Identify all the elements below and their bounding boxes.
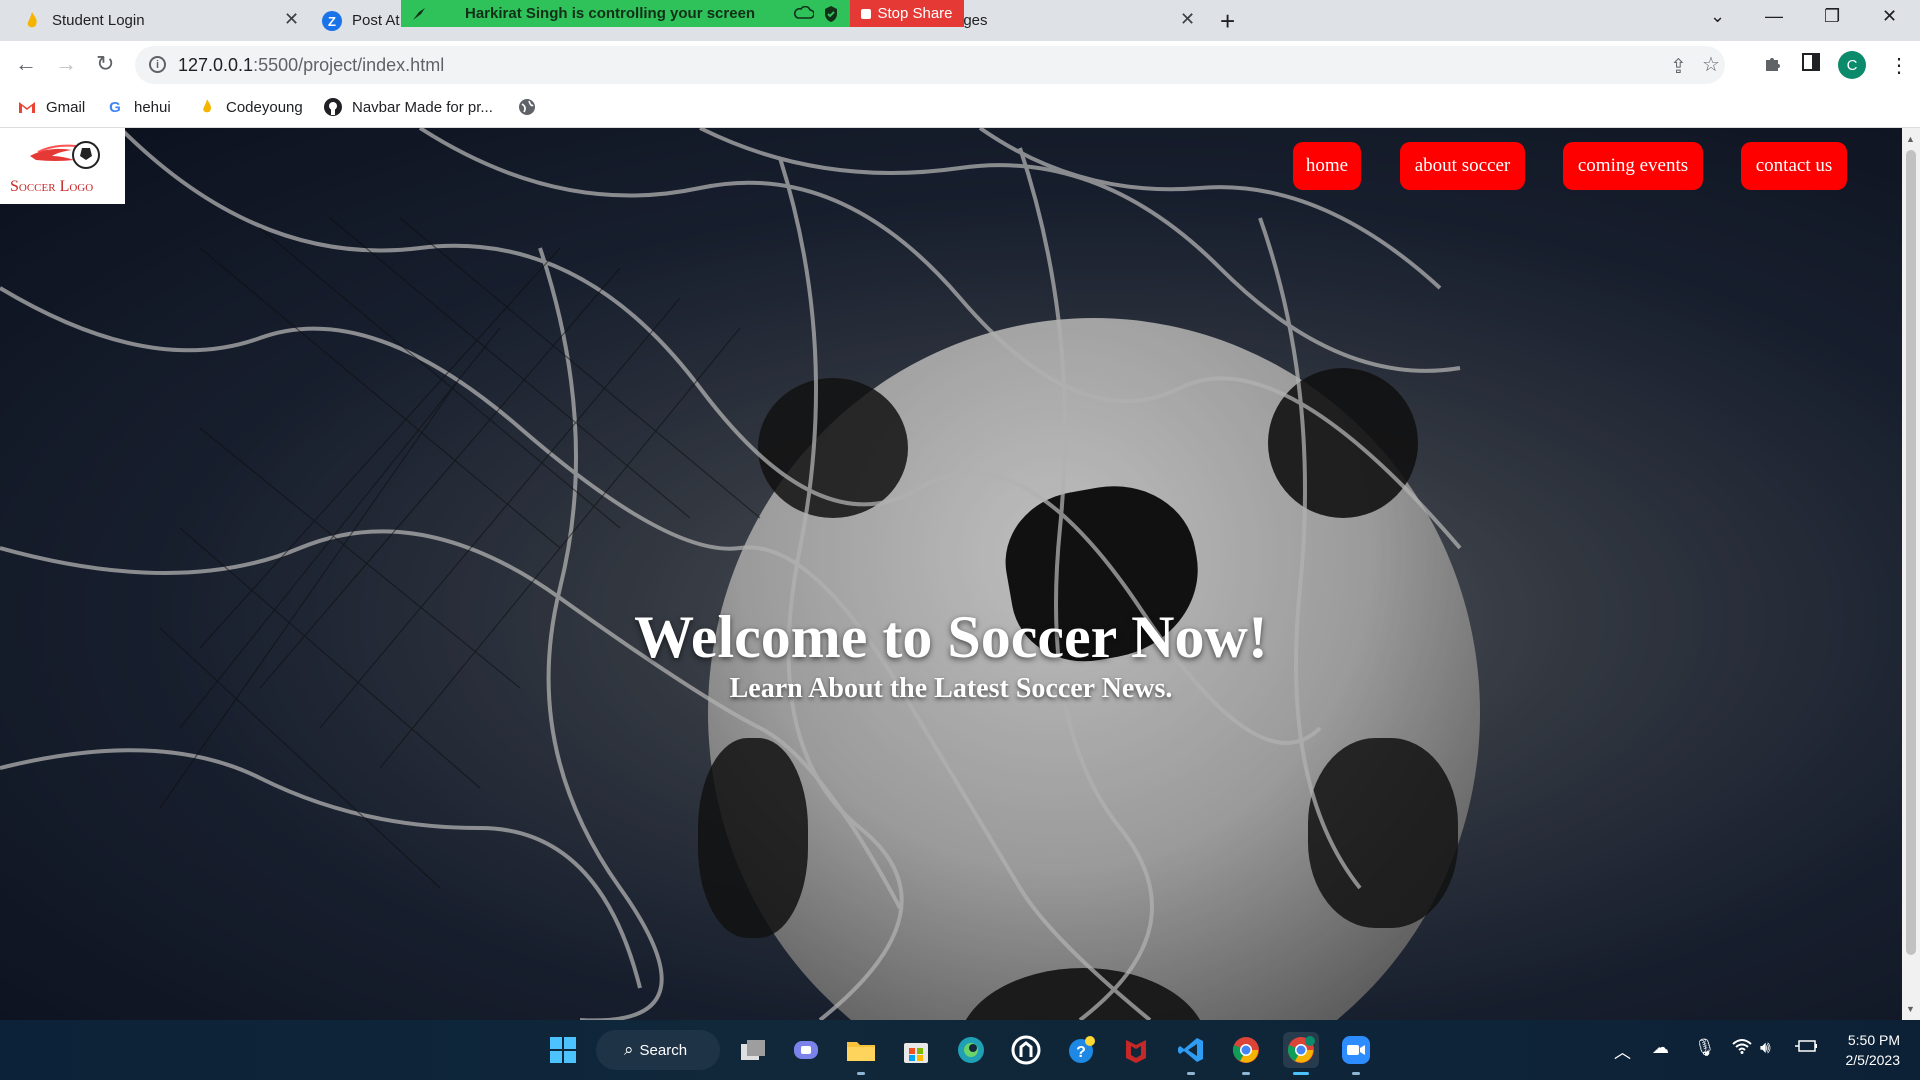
bookmark-label: Gmail [46,98,86,116]
microphone-icon[interactable]: 🎙︎ [1694,1038,1716,1058]
onedrive-cloud-icon[interactable]: ☁ [1652,1038,1669,1058]
wifi-icon[interactable] [1732,1038,1752,1059]
app-ring-icon[interactable] [1008,1032,1044,1068]
cloud-icon [794,6,814,19]
tab-student-login[interactable]: Student Login ✕ [22,0,302,41]
address-bar[interactable]: i 127.0.0.1:5500/project/index.html ⇪ ☆ [135,46,1725,84]
svg-text:?: ? [1076,1044,1086,1061]
screen-share-banner: Harkirat Singh is controlling your scree… [401,0,850,27]
running-indicator [1352,1072,1360,1075]
hero-title: Welcome to Soccer Now! [634,604,1268,670]
remote-control-icon [413,8,425,20]
menu-kebab-icon[interactable]: ⋮ [1889,53,1909,78]
nav-about-soccer[interactable]: about soccer [1400,142,1525,190]
running-indicator [1242,1072,1250,1075]
zoom-meetings-icon[interactable] [1338,1032,1374,1068]
edge-browser-icon[interactable] [953,1032,989,1068]
profile-avatar[interactable]: C [1838,51,1866,79]
forward-arrow-icon[interactable]: → [55,51,77,77]
close-tab-icon[interactable]: ✕ [284,9,299,30]
logo-text: Soccer Logo [10,178,94,195]
bookmark-label: Codeyoung [226,98,303,116]
stop-icon [861,8,872,19]
tab-search-chevron-icon[interactable]: ⌄ [1710,6,1725,27]
bookmark-star-icon[interactable]: ☆ [1702,52,1720,77]
bookmark-label: Navbar Made for pr... [352,98,493,116]
hero-overlay [0,128,1902,1020]
tab-post[interactable]: Z Post At [322,0,402,41]
site-logo[interactable]: Soccer Logo [0,128,125,204]
taskbar-search[interactable]: ⌕ Search [596,1030,720,1070]
url-text[interactable]: 127.0.0.1:5500/project/index.html [178,55,444,76]
bookmark-globe[interactable] [518,98,546,116]
close-window-icon[interactable]: ✕ [1882,6,1897,27]
nav-contact-us[interactable]: contact us [1741,142,1847,190]
close-tab-icon[interactable]: ✕ [1180,9,1195,30]
zoom-icon: Z [322,10,342,31]
scroll-up-icon[interactable]: ▲ [1906,134,1915,144]
github-icon [324,98,342,116]
stop-share-button[interactable]: Stop Share [850,0,964,27]
google-icon: G [109,98,121,116]
clock-date: 2/5/2023 [1845,1052,1901,1068]
tab-pages[interactable]: ages ✕ [955,0,1205,41]
bookmarks-bar: Gmail G hehui Codeyoung Navbar Made for … [0,89,1920,128]
share-banner-text: Harkirat Singh is controlling your scree… [465,5,756,22]
microsoft-store-icon[interactable] [898,1032,934,1068]
chrome-profile-active-icon[interactable] [1283,1032,1319,1068]
bookmark-hehui[interactable]: G hehui [106,98,171,116]
bookmark-codeyoung[interactable]: Codeyoung [198,98,303,116]
tab-strip: Student Login ✕ Z Post At ages ✕ Harkira… [0,0,1920,41]
search-label: Search [639,1041,688,1059]
side-panel-icon[interactable] [1802,53,1820,77]
tab-title: Post At [352,12,400,29]
minimize-icon[interactable]: — [1765,6,1783,27]
browser-toolbar: ← → ↻ i 127.0.0.1:5500/project/index.htm… [0,41,1920,89]
vscode-icon[interactable] [1173,1032,1209,1068]
tab-title: Student Login [52,12,145,29]
running-indicator [1187,1072,1195,1075]
show-hidden-icons-chevron-icon[interactable]: ︿ [1614,1038,1631,1063]
shield-icon [825,6,837,22]
nav-home[interactable]: home [1293,142,1361,190]
active-indicator [1293,1072,1309,1075]
bookmark-navbar[interactable]: Navbar Made for pr... [324,98,493,116]
back-arrow-icon[interactable]: ← [15,51,37,77]
battery-icon[interactable] [1794,1038,1818,1058]
codeyoung-icon [198,98,216,116]
bookmark-gmail[interactable]: Gmail [18,98,85,116]
running-indicator [857,1072,865,1075]
scrollbar-thumb[interactable] [1906,150,1916,955]
bookmark-label: hehui [134,98,171,116]
scroll-down-icon[interactable]: ▼ [1906,1004,1915,1014]
mcafee-icon[interactable] [1118,1032,1154,1068]
svg-text:Z: Z [328,14,336,29]
start-windows-icon[interactable] [545,1032,581,1068]
chrome-icon[interactable] [1228,1032,1264,1068]
help-icon[interactable]: ? [1063,1032,1099,1068]
volume-icon[interactable]: 🔊︎ [1760,1038,1771,1058]
site-info-icon[interactable]: i [149,56,166,73]
new-tab-icon[interactable]: + [1220,6,1235,37]
system-clock[interactable]: 5:50 PM 2/5/2023 [1830,1030,1901,1070]
file-explorer-icon[interactable] [843,1032,879,1068]
page-scrollbar[interactable]: ▲ ▼ [1902,128,1920,1020]
globe-icon [518,98,536,116]
nav-coming-events[interactable]: coming events [1563,142,1703,190]
teams-chat-icon[interactable] [788,1032,824,1068]
stop-share-label: Stop Share [877,5,953,22]
hero-subtitle: Learn About the Latest Soccer News. [729,673,1173,704]
clock-time: 5:50 PM [1847,1032,1900,1048]
windows-taskbar: ⌕ Search ? ︿ ☁ 🎙︎ 🔊︎ 5:50 PM 2/5/2023 [0,1020,1920,1080]
restore-icon[interactable]: ❐ [1824,6,1840,27]
page-viewport: Soccer Logo home about soccer coming eve… [0,128,1902,1020]
share-page-icon[interactable]: ⇪ [1670,54,1687,79]
extensions-puzzle-icon[interactable] [1763,53,1783,79]
gmail-icon [18,98,36,116]
codeyoung-icon [22,11,42,31]
flaming-ball-logo-icon [30,141,100,169]
task-view-icon[interactable] [735,1032,771,1068]
search-icon: ⌕ [624,1040,634,1059]
reload-icon[interactable]: ↻ [96,51,114,77]
